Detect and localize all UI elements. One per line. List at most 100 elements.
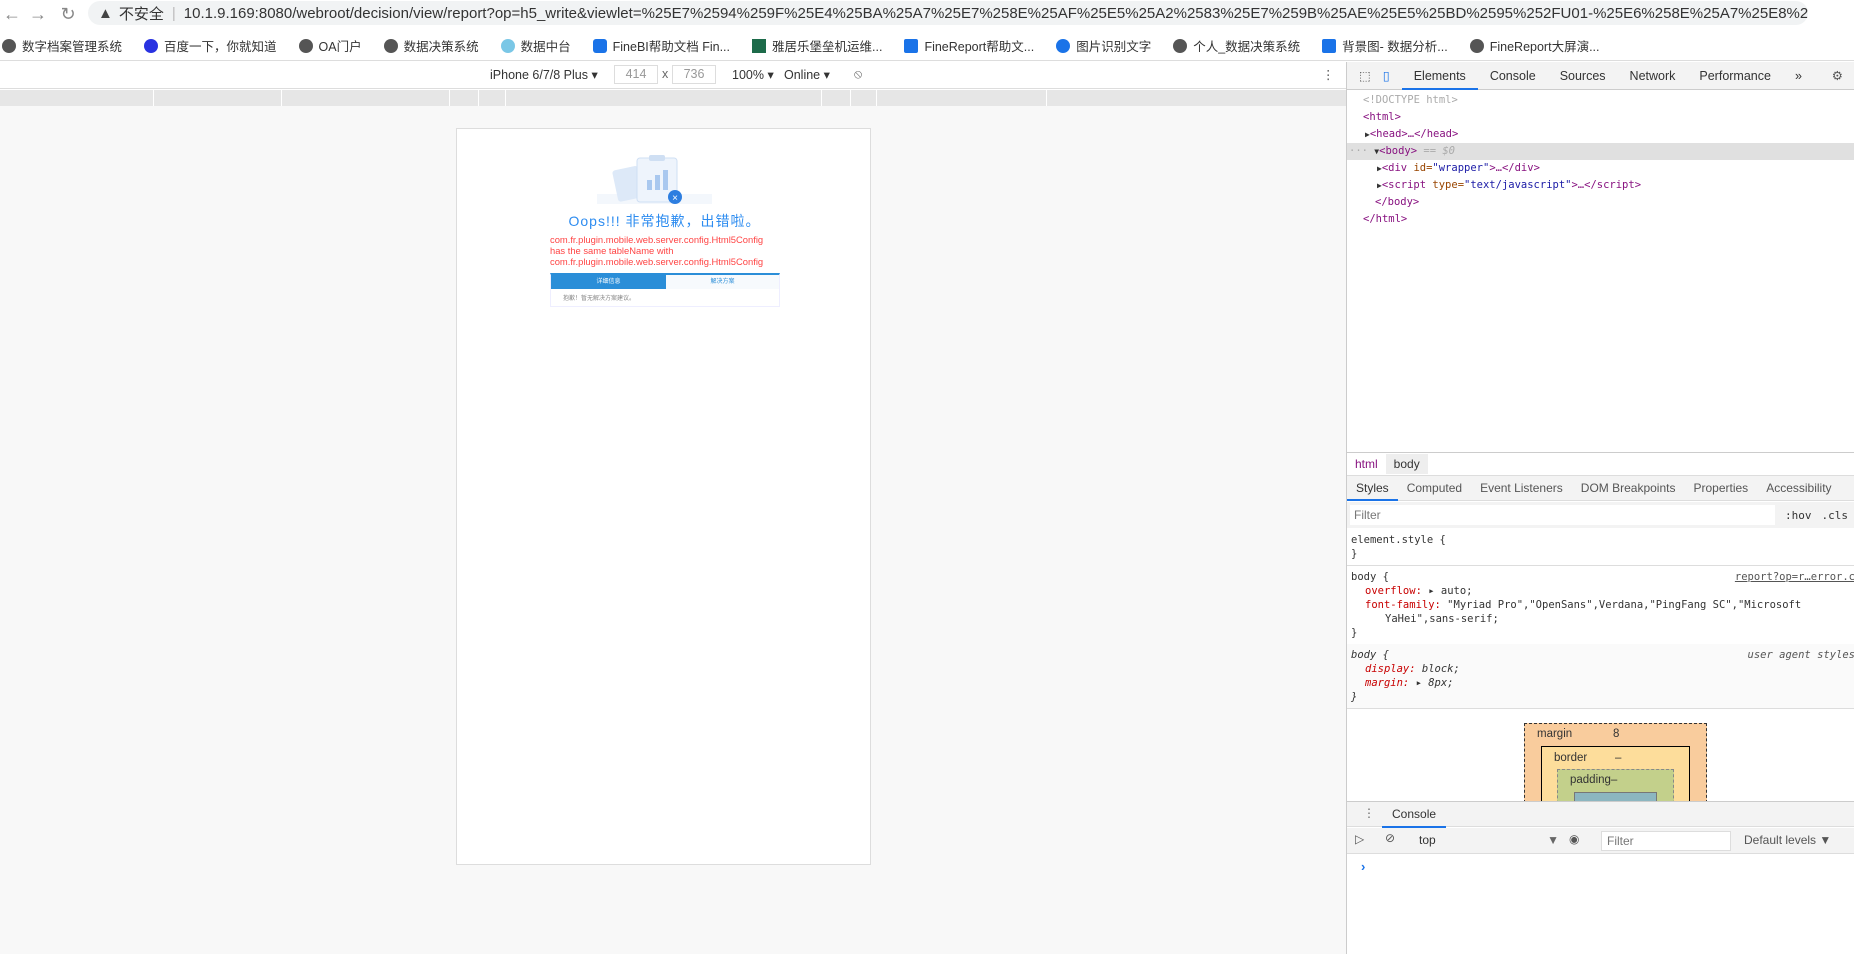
rule-close: } <box>1351 691 1358 703</box>
tab-computed[interactable]: Computed <box>1398 475 1471 501</box>
height-input[interactable]: 736 <box>672 65 716 84</box>
device-toolbar: iPhone 6/7/8 Plus ▾ 414 x 736 100% ▾ Onl… <box>0 62 1346 89</box>
tab-styles[interactable]: Styles <box>1347 475 1398 501</box>
tab-properties[interactable]: Properties <box>1684 475 1757 501</box>
zoom-label: 100% <box>732 67 764 82</box>
cls-button[interactable]: .cls <box>1822 509 1849 522</box>
console-filter-input[interactable]: Filter <box>1601 831 1731 851</box>
bookmark[interactable]: 雅居乐堡垒机运维... <box>752 36 882 55</box>
drawer-tab-console[interactable]: Console <box>1382 802 1447 828</box>
bookmark[interactable]: 数据中台 <box>500 36 571 55</box>
console-drawer: ⋮ Console ▷ ⊘ top ▼ ◉ Filter Default leve… <box>1347 801 1854 954</box>
body-rule[interactable]: report?op=r…error.c body { overflow: ▸ a… <box>1347 566 1854 645</box>
breadcrumb: html body <box>1347 452 1854 474</box>
tree-node[interactable]: ▶<div id="wrapper">…</div> <box>1347 160 1854 177</box>
tab-solution[interactable]: 解决方案 <box>666 275 779 289</box>
node-attr: id= <box>1413 162 1433 174</box>
bookmark[interactable]: FineReport帮助文... <box>904 36 1034 55</box>
bookmark[interactable]: 背景图- 数据分析... <box>1322 36 1448 55</box>
margin-value[interactable]: 8 <box>1613 728 1619 740</box>
tree-node[interactable]: </html> <box>1347 211 1854 228</box>
sidebar-toggle-icon[interactable]: ▷ <box>1355 832 1364 846</box>
bookmark[interactable]: 个人_数据决策系统 <box>1173 36 1300 55</box>
bookmark[interactable]: 数字档案管理系统 <box>2 36 122 55</box>
tab-performance[interactable]: Performance <box>1687 62 1783 90</box>
drawer-menu-icon[interactable]: ⋮ <box>1363 806 1375 820</box>
bookmark[interactable]: FineBI帮助文档 Fin... <box>592 36 730 55</box>
back-icon[interactable]: ← <box>0 4 24 25</box>
baidu-icon <box>144 38 159 53</box>
finereport-icon <box>1322 38 1337 53</box>
bookmark[interactable]: OA门户 <box>298 36 362 55</box>
bookmark[interactable]: 图片识别文字 <box>1056 36 1151 55</box>
tab-network[interactable]: Network <box>1618 62 1688 90</box>
tree-node-selected[interactable]: ··· ▼<body> == $0 <box>1347 143 1854 160</box>
inspect-icon[interactable]: ⬚ <box>1347 62 1383 90</box>
node-tag-end: >…</script> <box>1571 179 1642 191</box>
tab-sources[interactable]: Sources <box>1548 62 1618 90</box>
width-input[interactable]: 414 <box>614 65 658 84</box>
network-select[interactable]: Online ▾ <box>784 67 830 83</box>
box-model-diagram[interactable]: margin 8 border – padding– <box>1524 723 1707 812</box>
rule-selector: element.style { <box>1351 534 1446 546</box>
rotate-icon[interactable]: ⦸ <box>854 67 862 82</box>
hov-button[interactable]: :hov <box>1785 509 1812 522</box>
settings-icon[interactable]: ⚙ <box>1820 62 1854 90</box>
selected-marker: == $0 <box>1423 145 1455 157</box>
tree-node[interactable]: ▶<head>…</head> <box>1347 126 1854 143</box>
bookmark[interactable]: FineReport大屏演... <box>1469 36 1600 55</box>
node-text: <body> <box>1379 145 1418 157</box>
eye-icon[interactable]: ◉ <box>1569 832 1579 846</box>
tree-node[interactable]: <html> <box>1347 109 1854 126</box>
device-select[interactable]: iPhone 6/7/8 Plus ▾ <box>490 67 598 83</box>
node-tag: <div <box>1381 162 1414 174</box>
tab-elements[interactable]: Elements <box>1401 62 1478 90</box>
more-tabs-button[interactable]: » <box>1783 62 1814 90</box>
bookmark[interactable]: 百度一下，你就知道 <box>144 36 277 55</box>
property-value: ▸ 8px; <box>1409 677 1454 689</box>
tree-node[interactable]: <!DOCTYPE html> <box>1347 92 1854 109</box>
bookmark-label: 数据中台 <box>520 40 571 54</box>
address-bar-row: ← → ↻ ▲ 不安全 | 10.1.9.169:8080/webroot/de… <box>0 0 1854 31</box>
media-query-ruler[interactable] <box>0 90 1346 106</box>
tab-event-listeners[interactable]: Event Listeners <box>1471 475 1572 501</box>
levels-select[interactable]: Default levels ▼ <box>1744 833 1831 847</box>
device-toggle-icon[interactable]: ▯ <box>1383 62 1402 90</box>
property-value: ▸ auto; <box>1428 585 1473 597</box>
tab-details[interactable]: 详细信息 <box>551 275 666 289</box>
bookmark-label: FineReport大屏演... <box>1489 40 1600 54</box>
tab-dom-breakpoints[interactable]: DOM Breakpoints <box>1572 475 1685 501</box>
url-input[interactable]: ▲ 不安全 | 10.1.9.169:8080/webroot/decision… <box>88 1 1808 25</box>
context-select[interactable]: top ▼ <box>1419 833 1559 847</box>
clear-console-icon[interactable]: ⊘ <box>1385 831 1395 845</box>
device-label: iPhone 6/7/8 Plus <box>490 67 588 82</box>
tab-console[interactable]: Console <box>1478 62 1548 90</box>
bookmark[interactable]: 数据决策系统 <box>383 36 479 55</box>
declaration[interactable]: overflow: ▸ auto; <box>1351 584 1851 598</box>
tree-node[interactable]: </body> <box>1347 194 1854 211</box>
property-name: font-family: <box>1365 599 1441 611</box>
element-style-rule[interactable]: element.style {} <box>1347 529 1854 566</box>
bookmark-label: FineReport帮助文... <box>924 40 1035 54</box>
border-value[interactable]: – <box>1615 752 1621 764</box>
security-label: 不安全 <box>118 5 164 23</box>
styles-filter-input[interactable]: Filter <box>1350 505 1775 525</box>
more-icon[interactable]: ⋮ <box>1322 67 1335 82</box>
property-value: block; <box>1415 663 1460 675</box>
rule-source-link[interactable]: report?op=r…error.c <box>1735 570 1854 584</box>
tab-accessibility[interactable]: Accessibility <box>1757 475 1840 501</box>
console-prompt[interactable]: › <box>1361 859 1365 874</box>
breadcrumb-body[interactable]: body <box>1385 453 1428 474</box>
breadcrumb-html[interactable]: html <box>1347 457 1386 471</box>
zoom-select[interactable]: 100% ▾ <box>732 67 774 83</box>
solution-text: 抱歉！暂无解决方案建议。 <box>563 296 636 302</box>
bookmark-icon <box>2 38 16 53</box>
tree-node[interactable]: ▶<script type="text/javascript">…</scrip… <box>1347 177 1854 194</box>
phone-screen: × Oops!!! 非常抱歉，出错啦。 com.fr.plugin.mobile… <box>456 128 871 865</box>
styles-filter-bar: Filter :hov .cls <box>1347 502 1854 528</box>
declaration[interactable]: font-family: "Myriad Pro","OpenSans",Ver… <box>1351 598 1851 612</box>
reload-icon[interactable]: ↻ <box>56 4 80 25</box>
forward-icon[interactable]: → <box>26 4 50 25</box>
more-icon[interactable]: ··· <box>1349 145 1374 157</box>
bookmark-label: 背景图- 数据分析... <box>1342 40 1448 54</box>
